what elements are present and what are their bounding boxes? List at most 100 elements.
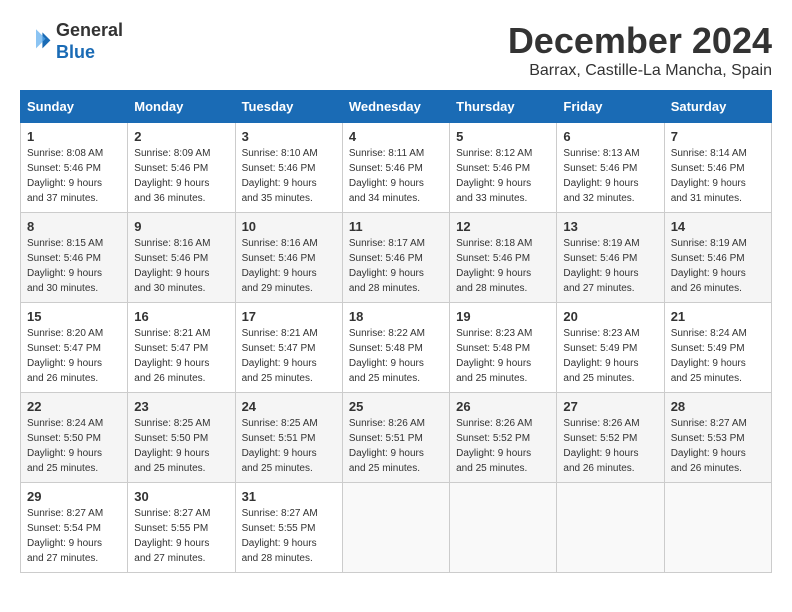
day-number: 18: [349, 309, 443, 324]
calendar-cell: 16 Sunrise: 8:21 AMSunset: 5:47 PMDayligh…: [128, 303, 235, 393]
day-info: Sunrise: 8:24 AMSunset: 5:49 PMDaylight:…: [671, 326, 765, 386]
day-info: Sunrise: 8:13 AMSunset: 5:46 PMDaylight:…: [563, 146, 657, 206]
day-info: Sunrise: 8:18 AMSunset: 5:46 PMDaylight:…: [456, 236, 550, 296]
day-number: 9: [134, 219, 228, 234]
calendar-cell: [342, 483, 449, 573]
day-number: 12: [456, 219, 550, 234]
calendar-cell: 3 Sunrise: 8:10 AMSunset: 5:46 PMDaylight…: [235, 123, 342, 213]
day-info: Sunrise: 8:16 AMSunset: 5:46 PMDaylight:…: [242, 236, 336, 296]
calendar-cell: 29 Sunrise: 8:27 AMSunset: 5:54 PMDayligh…: [21, 483, 128, 573]
calendar-cell: 17 Sunrise: 8:21 AMSunset: 5:47 PMDayligh…: [235, 303, 342, 393]
day-info: Sunrise: 8:21 AMSunset: 5:47 PMDaylight:…: [242, 326, 336, 386]
calendar-cell: 2 Sunrise: 8:09 AMSunset: 5:46 PMDaylight…: [128, 123, 235, 213]
calendar-cell: 27Sunrise: 8:26 AMSunset: 5:52 PMDayligh…: [557, 393, 664, 483]
calendar-cell: 8 Sunrise: 8:15 AMSunset: 5:46 PMDaylight…: [21, 213, 128, 303]
day-number: 23: [134, 399, 228, 414]
calendar-cell: 23 Sunrise: 8:25 AMSunset: 5:50 PMDayligh…: [128, 393, 235, 483]
calendar-cell: 1 Sunrise: 8:08 AMSunset: 5:46 PMDaylight…: [21, 123, 128, 213]
day-number: 5: [456, 129, 550, 144]
day-number: 3: [242, 129, 336, 144]
calendar-cell: 26Sunrise: 8:26 AMSunset: 5:52 PMDayligh…: [450, 393, 557, 483]
day-number: 2: [134, 129, 228, 144]
day-number: 24: [242, 399, 336, 414]
calendar-cell: 19 Sunrise: 8:23 AMSunset: 5:48 PMDayligh…: [450, 303, 557, 393]
location-title: Barrax, Castille-La Mancha, Spain: [508, 62, 772, 80]
day-info: Sunrise: 8:27 AMSunset: 5:54 PMDaylight:…: [27, 506, 121, 566]
calendar-week-row: 22Sunrise: 8:24 AMSunset: 5:50 PMDayligh…: [21, 393, 772, 483]
day-info: Sunrise: 8:08 AMSunset: 5:46 PMDaylight:…: [27, 146, 121, 206]
day-number: 13: [563, 219, 657, 234]
calendar-week-row: 8 Sunrise: 8:15 AMSunset: 5:46 PMDaylight…: [21, 213, 772, 303]
day-info: Sunrise: 8:23 AMSunset: 5:49 PMDaylight:…: [563, 326, 657, 386]
day-number: 14: [671, 219, 765, 234]
weekday-header-wednesday: Wednesday: [342, 91, 449, 123]
day-info: Sunrise: 8:20 AMSunset: 5:47 PMDaylight:…: [27, 326, 121, 386]
calendar-cell: 14 Sunrise: 8:19 AMSunset: 5:46 PMDayligh…: [664, 213, 771, 303]
day-info: Sunrise: 8:11 AMSunset: 5:46 PMDaylight:…: [349, 146, 443, 206]
calendar-week-row: 15 Sunrise: 8:20 AMSunset: 5:47 PMDayligh…: [21, 303, 772, 393]
calendar-cell: 21Sunrise: 8:24 AMSunset: 5:49 PMDayligh…: [664, 303, 771, 393]
calendar-cell: 12 Sunrise: 8:18 AMSunset: 5:46 PMDayligh…: [450, 213, 557, 303]
header: General Blue December 2024 Barrax, Casti…: [20, 20, 772, 80]
day-number: 8: [27, 219, 121, 234]
day-number: 15: [27, 309, 121, 324]
day-number: 28: [671, 399, 765, 414]
calendar-table: SundayMondayTuesdayWednesdayThursdayFrid…: [20, 90, 772, 573]
calendar-cell: 28 Sunrise: 8:27 AMSunset: 5:53 PMDayligh…: [664, 393, 771, 483]
month-title: December 2024: [508, 20, 772, 62]
day-number: 10: [242, 219, 336, 234]
calendar-cell: [557, 483, 664, 573]
calendar-week-row: 1 Sunrise: 8:08 AMSunset: 5:46 PMDaylight…: [21, 123, 772, 213]
day-info: Sunrise: 8:10 AMSunset: 5:46 PMDaylight:…: [242, 146, 336, 206]
title-section: December 2024 Barrax, Castille-La Mancha…: [508, 20, 772, 80]
weekday-header-saturday: Saturday: [664, 91, 771, 123]
calendar-cell: 13 Sunrise: 8:19 AMSunset: 5:46 PMDayligh…: [557, 213, 664, 303]
day-info: Sunrise: 8:27 AMSunset: 5:55 PMDaylight:…: [242, 506, 336, 566]
calendar-cell: 6Sunrise: 8:13 AMSunset: 5:46 PMDaylight…: [557, 123, 664, 213]
day-info: Sunrise: 8:09 AMSunset: 5:46 PMDaylight:…: [134, 146, 228, 206]
day-info: Sunrise: 8:21 AMSunset: 5:47 PMDaylight:…: [134, 326, 228, 386]
calendar-cell: 18Sunrise: 8:22 AMSunset: 5:48 PMDayligh…: [342, 303, 449, 393]
calendar-cell: 4 Sunrise: 8:11 AMSunset: 5:46 PMDaylight…: [342, 123, 449, 213]
weekday-header-sunday: Sunday: [21, 91, 128, 123]
day-info: Sunrise: 8:27 AMSunset: 5:55 PMDaylight:…: [134, 506, 228, 566]
calendar-cell: 5Sunrise: 8:12 AMSunset: 5:46 PMDaylight…: [450, 123, 557, 213]
day-info: Sunrise: 8:14 AMSunset: 5:46 PMDaylight:…: [671, 146, 765, 206]
day-info: Sunrise: 8:24 AMSunset: 5:50 PMDaylight:…: [27, 416, 121, 476]
calendar-cell: 30Sunrise: 8:27 AMSunset: 5:55 PMDayligh…: [128, 483, 235, 573]
calendar-cell: 20 Sunrise: 8:23 AMSunset: 5:49 PMDayligh…: [557, 303, 664, 393]
logo-icon: [20, 26, 52, 58]
day-number: 27: [563, 399, 657, 414]
day-info: Sunrise: 8:19 AMSunset: 5:46 PMDaylight:…: [563, 236, 657, 296]
day-number: 16: [134, 309, 228, 324]
day-number: 17: [242, 309, 336, 324]
calendar-header-row: SundayMondayTuesdayWednesdayThursdayFrid…: [21, 91, 772, 123]
day-info: Sunrise: 8:19 AMSunset: 5:46 PMDaylight:…: [671, 236, 765, 296]
day-info: Sunrise: 8:17 AMSunset: 5:46 PMDaylight:…: [349, 236, 443, 296]
calendar-week-row: 29 Sunrise: 8:27 AMSunset: 5:54 PMDayligh…: [21, 483, 772, 573]
calendar-cell: 15 Sunrise: 8:20 AMSunset: 5:47 PMDayligh…: [21, 303, 128, 393]
day-number: 20: [563, 309, 657, 324]
day-number: 1: [27, 129, 121, 144]
calendar-cell: 9Sunrise: 8:16 AMSunset: 5:46 PMDaylight…: [128, 213, 235, 303]
day-info: Sunrise: 8:26 AMSunset: 5:51 PMDaylight:…: [349, 416, 443, 476]
day-info: Sunrise: 8:26 AMSunset: 5:52 PMDaylight:…: [456, 416, 550, 476]
day-info: Sunrise: 8:27 AMSunset: 5:53 PMDaylight:…: [671, 416, 765, 476]
calendar-body: 1 Sunrise: 8:08 AMSunset: 5:46 PMDaylight…: [21, 123, 772, 573]
day-number: 29: [27, 489, 121, 504]
calendar-cell: 22Sunrise: 8:24 AMSunset: 5:50 PMDayligh…: [21, 393, 128, 483]
day-info: Sunrise: 8:25 AMSunset: 5:50 PMDaylight:…: [134, 416, 228, 476]
day-info: Sunrise: 8:15 AMSunset: 5:46 PMDaylight:…: [27, 236, 121, 296]
day-number: 4: [349, 129, 443, 144]
weekday-header-monday: Monday: [128, 91, 235, 123]
calendar-cell: 24Sunrise: 8:25 AMSunset: 5:51 PMDayligh…: [235, 393, 342, 483]
weekday-header-thursday: Thursday: [450, 91, 557, 123]
logo-text: General Blue: [56, 20, 123, 63]
day-info: Sunrise: 8:23 AMSunset: 5:48 PMDaylight:…: [456, 326, 550, 386]
day-number: 7: [671, 129, 765, 144]
day-number: 19: [456, 309, 550, 324]
weekday-header-friday: Friday: [557, 91, 664, 123]
calendar-cell: [664, 483, 771, 573]
day-number: 31: [242, 489, 336, 504]
calendar-cell: 10 Sunrise: 8:16 AMSunset: 5:46 PMDayligh…: [235, 213, 342, 303]
